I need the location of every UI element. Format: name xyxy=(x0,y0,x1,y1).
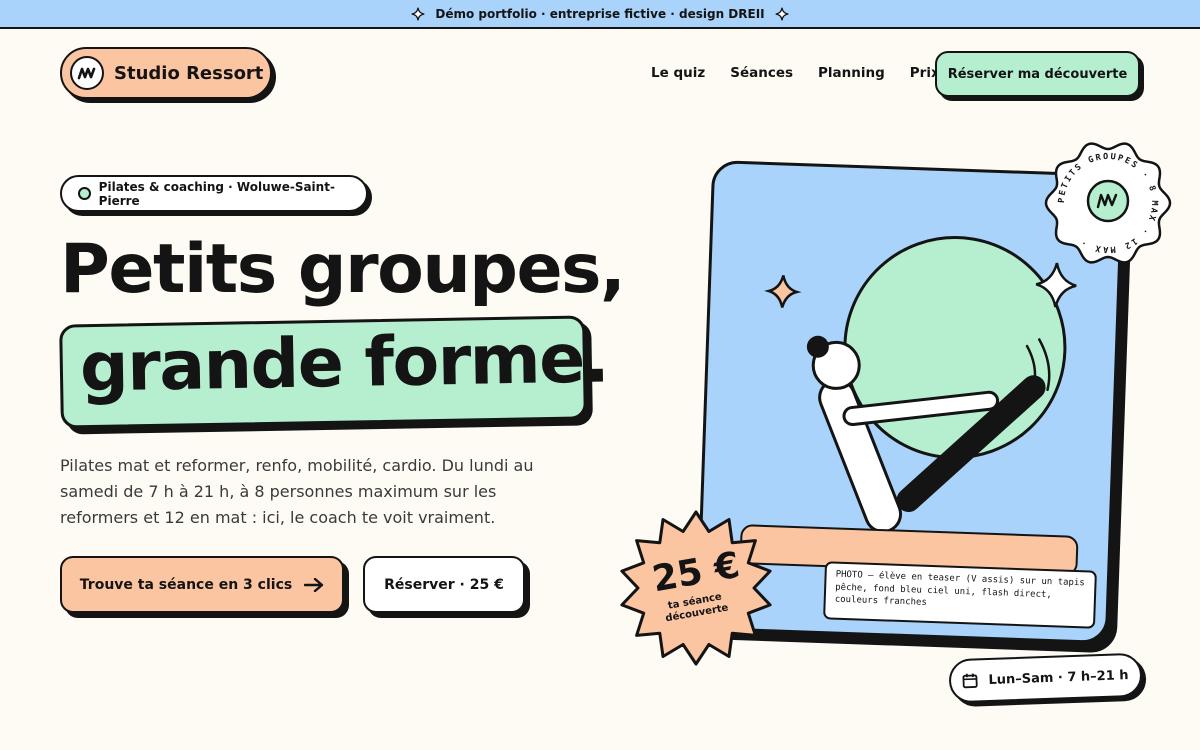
sparkle-icon xyxy=(411,7,425,20)
hero-title-line1: Petits groupes, xyxy=(60,230,626,309)
hero-title-line2: grande forme. xyxy=(79,319,609,408)
book-discovery-button[interactable]: Réserver ma découverte xyxy=(935,51,1140,97)
photo-caption: PHOTO — élève en teaser (V assis) sur un… xyxy=(823,561,1097,629)
sparkle-icon xyxy=(775,7,789,20)
quiz-button-label: Trouve ta séance en 3 clics xyxy=(79,576,293,593)
group-size-badge: PETITS GROUPES · 8 MAX · 12 MAX · xyxy=(1044,142,1172,264)
location-tag: Pilates & coaching · Woluwe-Saint-Pierre xyxy=(60,175,368,212)
logo-mark-icon xyxy=(70,56,104,90)
status-dot-icon xyxy=(78,187,91,200)
nav-item-seances[interactable]: Séances xyxy=(730,65,793,81)
opening-hours-label: Lun–Sam · 7 h–21 h xyxy=(988,667,1129,688)
quiz-button[interactable]: Trouve ta séance en 3 clics xyxy=(60,556,344,613)
banner-text: Démo portfolio · entreprise fictive · de… xyxy=(435,6,765,21)
book-button[interactable]: Réserver · 25 € xyxy=(363,556,525,613)
location-tag-label: Pilates & coaching · Woluwe-Saint-Pierre xyxy=(98,179,335,208)
hero-lead: Pilates mat et reformer, renfo, mobilité… xyxy=(60,456,534,527)
opening-hours: Lun–Sam · 7 h–21 h xyxy=(948,652,1143,704)
nav-item-planning[interactable]: Planning xyxy=(818,65,885,81)
demo-banner: Démo portfolio · entreprise fictive · de… xyxy=(0,0,1200,29)
nav-item-quiz[interactable]: Le quiz xyxy=(651,65,705,81)
main-nav: Le quiz Séances Planning Prix xyxy=(651,65,940,81)
brand-name: Studio Ressort xyxy=(114,62,264,84)
brand-logo[interactable]: Studio Ressort xyxy=(60,47,272,99)
arrow-right-icon xyxy=(304,577,324,592)
calendar-icon xyxy=(962,673,979,689)
